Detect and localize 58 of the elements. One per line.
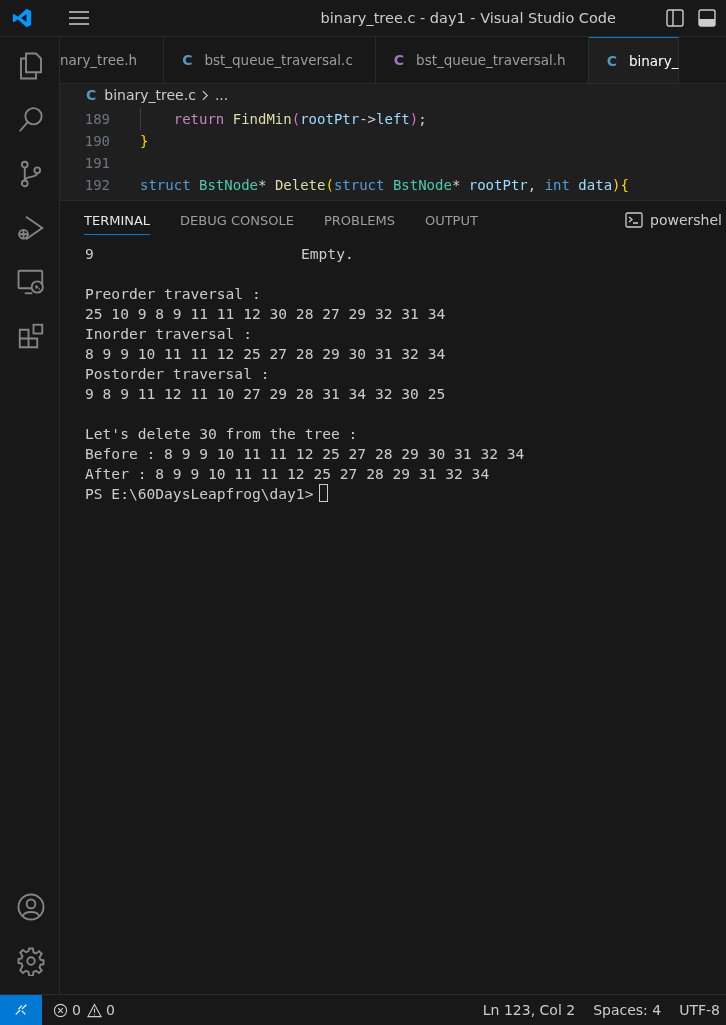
terminal-line: 8 9 9 10 11 11 12 25 27 28 29 30 31 32 34 — [85, 344, 446, 362]
breadcrumb-item[interactable]: binary_tree.c — [104, 87, 196, 103]
terminal-line: Before : 8 9 9 10 11 11 12 25 27 28 29 30 31 32 34 — [85, 444, 525, 462]
terminal-line: 9 8 9 11 12 11 10 27 29 28 31 34 32 30 25 — [85, 384, 446, 402]
terminal-line: Empty. — [301, 244, 354, 262]
terminal-line: 9 — [85, 244, 95, 262]
terminal-line: After : 8 9 9 10 11 11 12 25 27 28 29 31 32 34 — [85, 464, 490, 482]
tab-label: bst_queue_traversal.h — [416, 52, 566, 68]
c-file-icon: C — [182, 52, 193, 68]
line-number: 189 — [83, 111, 110, 127]
settings-icon[interactable] — [15, 946, 46, 976]
editor-tab[interactable]: nary_tree.h — [60, 37, 165, 83]
chevron-icon — [201, 89, 209, 101]
terminal-line: Postorder traversal : — [85, 364, 270, 382]
account-icon[interactable] — [15, 892, 46, 922]
breadcrumb-item[interactable]: ... — [214, 87, 229, 103]
warning-icon[interactable] — [86, 1002, 102, 1018]
warning-count[interactable]: 0 — [105, 1002, 115, 1018]
terminal-line: Let's delete 30 from the tree : — [85, 424, 358, 442]
status-item[interactable]: Spaces: 4 — [593, 1002, 662, 1018]
terminal-cursor — [319, 484, 329, 502]
tab-label: binary_ — [628, 52, 679, 69]
error-count[interactable]: 0 — [72, 1002, 81, 1018]
status-item[interactable]: Ln 123, Col 2 — [482, 1002, 576, 1018]
terminal-prompt: PS E:\60DaysLeapfrog\day1> — [85, 484, 314, 502]
window-title: binary_tree.c - day1 - Visual Studio Code — [320, 10, 616, 26]
status-item[interactable]: UTF-8 — [679, 1002, 720, 1018]
c-file-icon: C — [606, 52, 617, 69]
terminal-line: 25 10 9 8 9 11 11 12 30 28 27 29 32 31 34 — [85, 304, 446, 322]
run-debug-icon[interactable] — [15, 213, 46, 243]
c-file-icon: C — [393, 52, 405, 68]
tab-label: nary_tree.h — [60, 52, 138, 68]
c-file-icon: C — [86, 87, 97, 103]
vscode-logo — [11, 7, 33, 29]
terminal-name[interactable]: powershel — [650, 212, 722, 228]
terminal-line: Preorder traversal : — [85, 284, 261, 302]
terminal-icon[interactable] — [625, 212, 644, 228]
tab-label: bst_queue_traversal.c — [204, 52, 353, 68]
remote-icon[interactable] — [14, 1003, 28, 1017]
terminal-line: Inorder traversal : — [85, 324, 252, 342]
code-line: } — [140, 133, 149, 149]
error-icon[interactable] — [53, 1002, 68, 1018]
panel-tab[interactable]: OUTPUT — [424, 205, 478, 235]
editor-tab[interactable]: C binary_ — [588, 37, 680, 83]
panel-tab[interactable]: PROBLEMS — [323, 205, 395, 235]
code-line: return FindMin(rootPtr->left); — [140, 111, 427, 127]
remote-explorer-icon[interactable] — [15, 267, 46, 297]
editor-tab[interactable]: C bst_queue_traversal.c — [164, 37, 376, 83]
sidebar-toggle-icon[interactable] — [666, 9, 684, 27]
line-number: 192 — [83, 177, 110, 193]
editor-tab[interactable]: C bst_queue_traversal.h — [375, 37, 589, 83]
panel-toggle-icon[interactable] — [698, 9, 716, 27]
line-number: 190 — [83, 133, 110, 149]
panel-tab[interactable]: TERMINAL — [84, 205, 151, 235]
menu-icon[interactable] — [69, 11, 89, 25]
line-number: 191 — [83, 155, 110, 171]
code-line: struct BstNode* Delete(struct BstNode* rootPtr, int data){ — [140, 177, 629, 193]
panel-tab[interactable]: DEBUG CONSOLE — [180, 205, 294, 235]
